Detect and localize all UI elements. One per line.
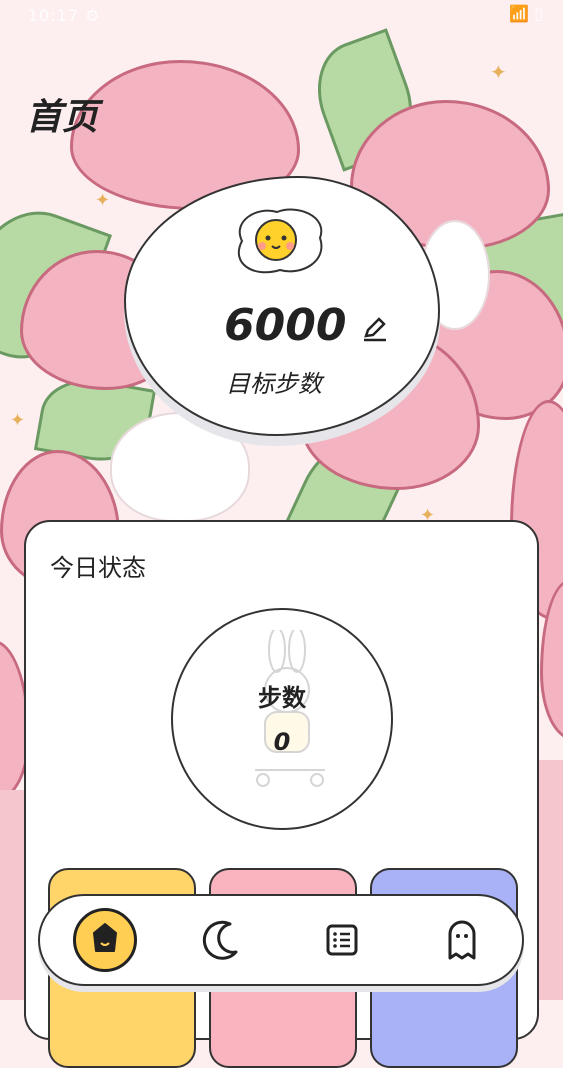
- fried-egg-icon: [237, 208, 323, 274]
- page-title: 首页: [26, 97, 99, 138]
- steps-label: 步数: [258, 684, 306, 712]
- card-title: 今日状态: [50, 554, 146, 582]
- goal-steps-label: 目标步数: [226, 370, 322, 398]
- goal-steps-value: 6000: [224, 300, 347, 351]
- list-icon: [326, 924, 358, 956]
- goal-steps-card[interactable]: 6000 目标步数: [124, 176, 440, 436]
- bottom-nav: [38, 894, 524, 986]
- moon-icon: [202, 920, 238, 960]
- steps-value: 0: [273, 728, 291, 756]
- status-time: 10:17 ⚙: [28, 6, 101, 25]
- sparkle-icon: ✦: [490, 60, 507, 84]
- nav-profile[interactable]: [430, 908, 494, 972]
- nav-home[interactable]: [73, 908, 137, 972]
- ghost-icon: [448, 920, 476, 960]
- steps-circle[interactable]: 步数 0: [171, 608, 393, 830]
- home-icon: [93, 923, 117, 952]
- sparkle-icon: ✦: [95, 190, 111, 211]
- nav-records[interactable]: [310, 908, 374, 972]
- nav-sleep[interactable]: [190, 908, 254, 972]
- status-bar: 10:17 ⚙ 📶 ▯: [0, 0, 563, 34]
- status-system-icons: 📶 ▯: [509, 4, 543, 23]
- edit-pencil-icon[interactable]: [362, 316, 388, 342]
- sparkle-icon: ✦: [10, 410, 26, 431]
